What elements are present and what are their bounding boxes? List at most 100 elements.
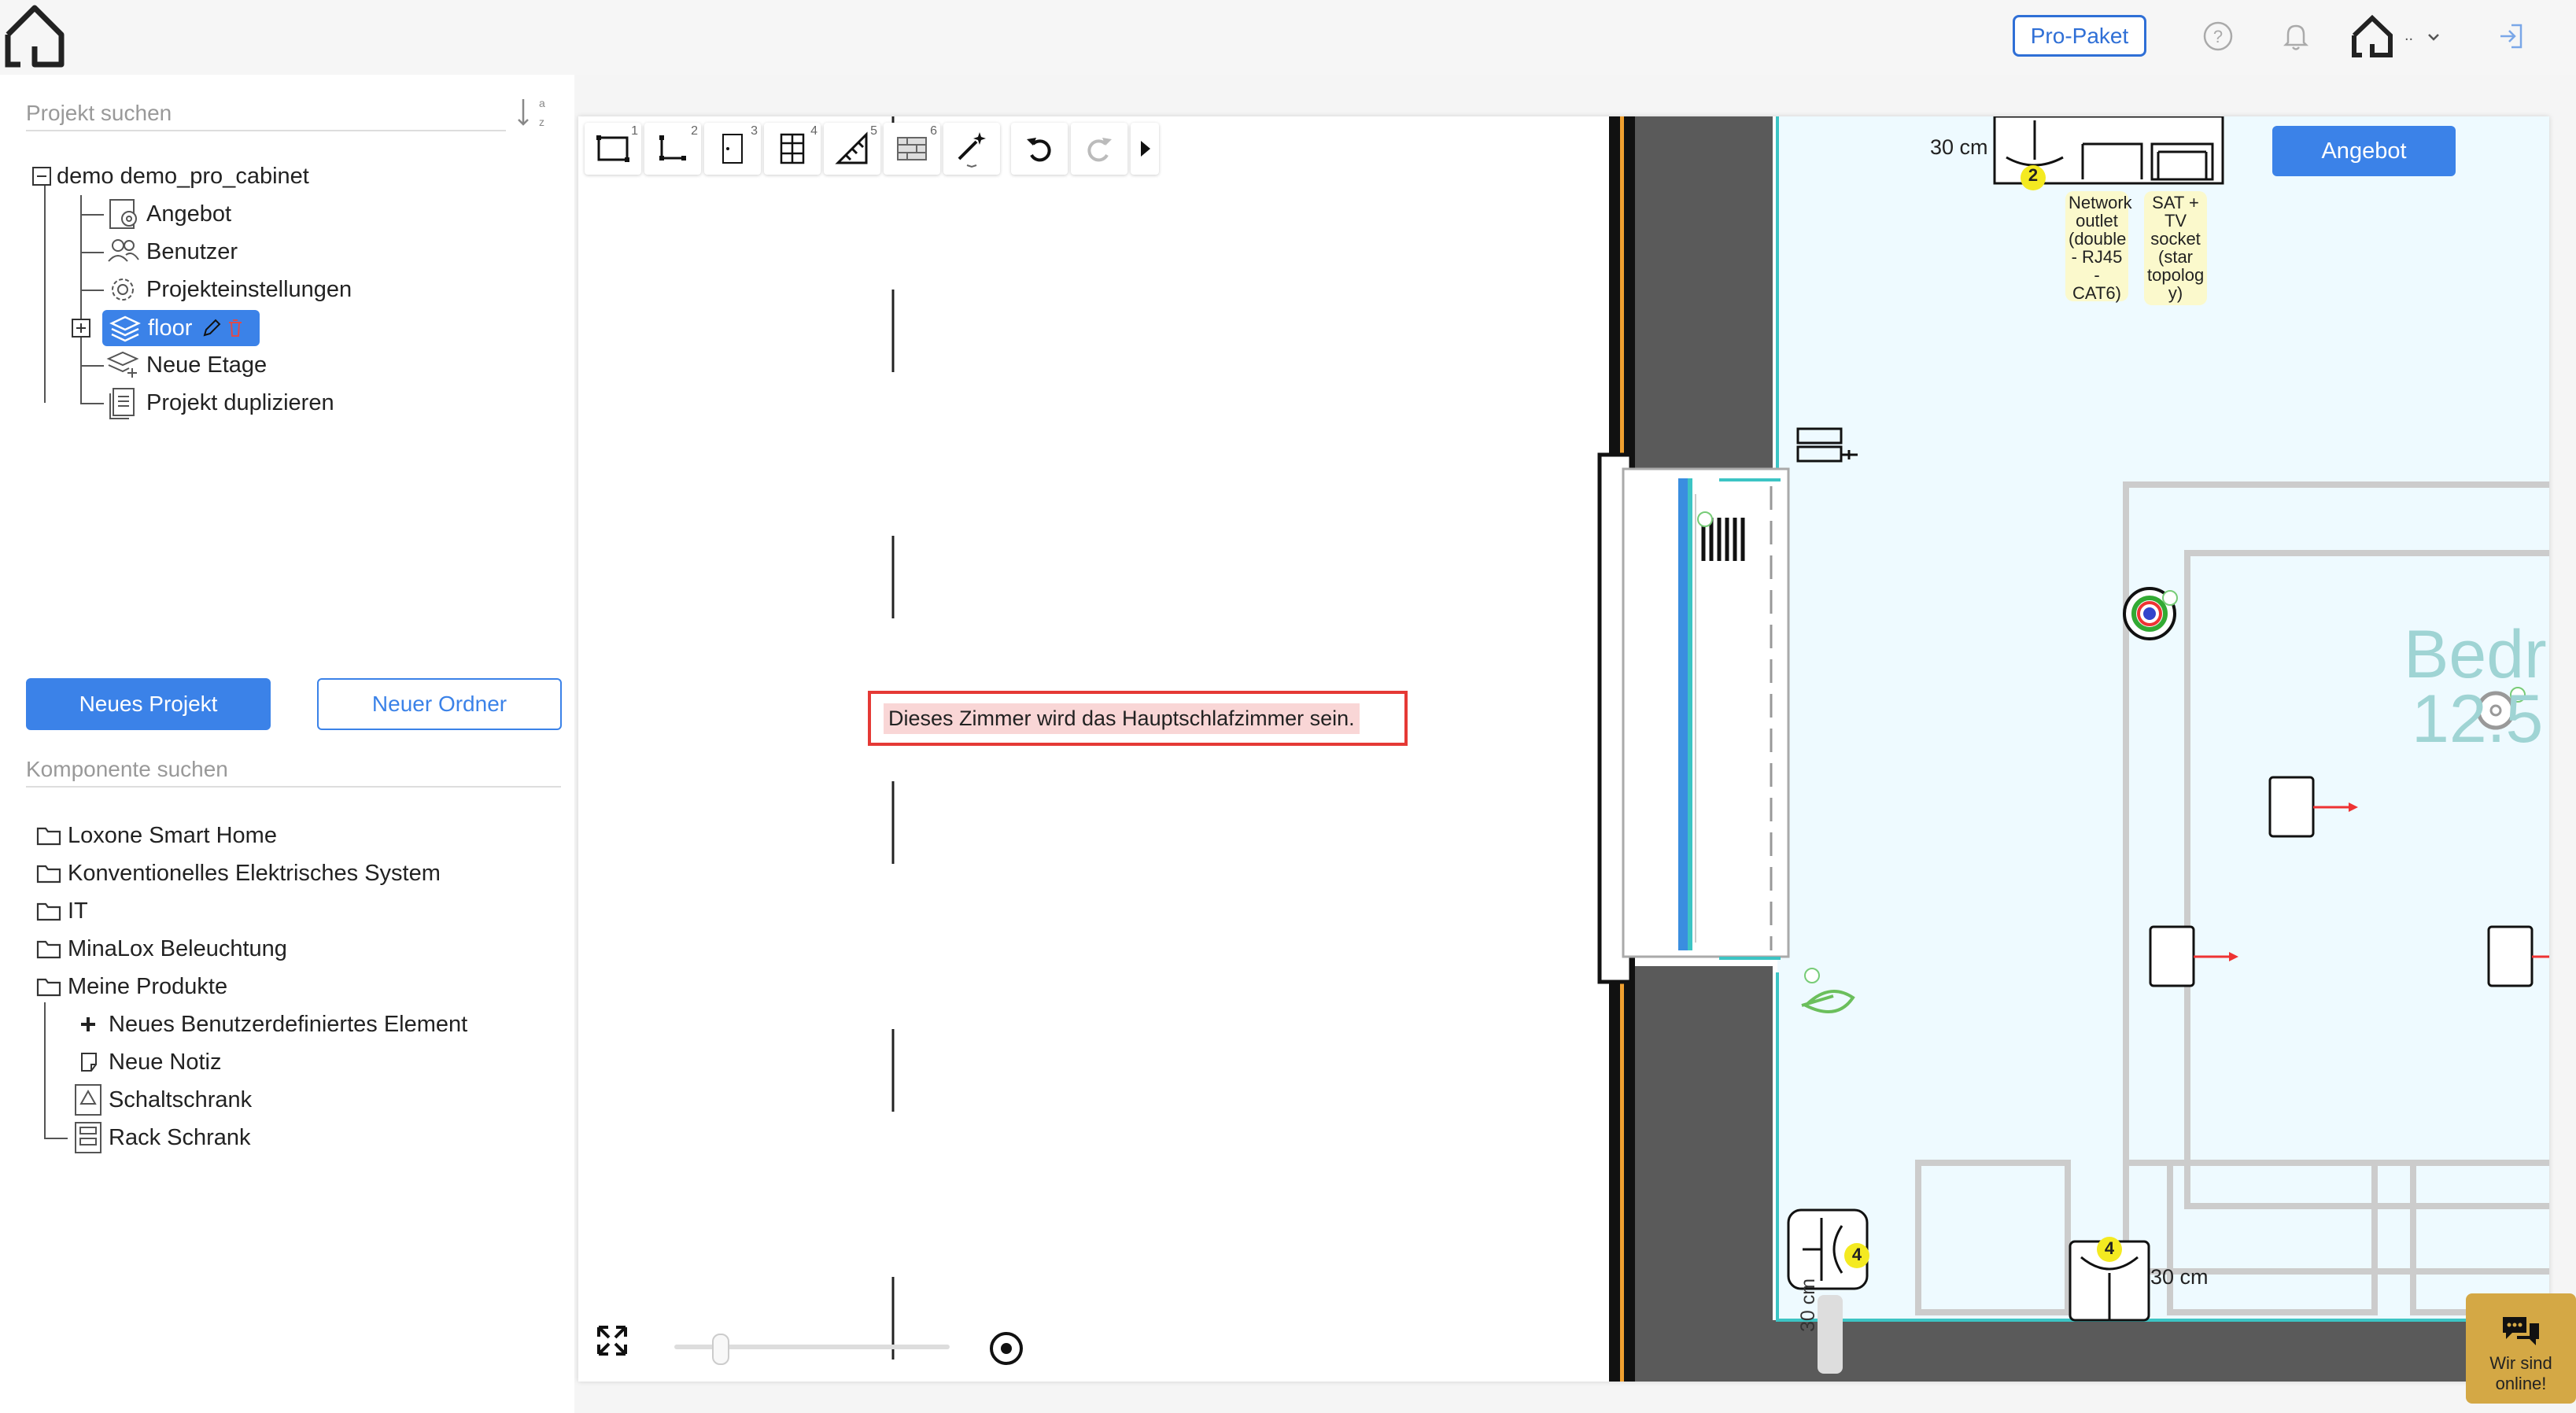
product-rack-schrank[interactable]: Rack Schrank xyxy=(72,1120,251,1155)
tree-line xyxy=(80,365,104,367)
folder-it[interactable]: IT xyxy=(35,894,88,928)
user-home-icon[interactable] xyxy=(2350,14,2397,60)
sort-az-icon[interactable]: a z xyxy=(515,94,547,131)
new-folder-button[interactable]: Neuer Ordner xyxy=(317,678,562,730)
sat-tv-socket-label: SAT + TV socket (star topolog y) xyxy=(2147,193,2205,303)
zoom-slider-handle[interactable] xyxy=(712,1334,729,1365)
folder-minalox[interactable]: MinaLox Beleuchtung xyxy=(35,932,287,966)
dimension-label-bottom-right: 30 cm xyxy=(2150,1265,2209,1289)
product-label: Rack Schrank xyxy=(109,1124,251,1150)
room-note-text: Dieses Zimmer wird das Hauptschlafzimmer… xyxy=(884,703,1360,734)
folder-konventionelles[interactable]: Konventionelles Elektrisches System xyxy=(35,856,441,891)
door-tool-icon xyxy=(722,134,743,164)
svg-text:a: a xyxy=(539,97,545,109)
product-new-custom-element[interactable]: Neues Benutzerdefiniertes Element xyxy=(72,1007,467,1042)
drawing-toolbar: 1 2 3 4 5 6 xyxy=(585,123,1159,175)
new-project-button[interactable]: Neues Projekt xyxy=(26,678,271,730)
folder-icon xyxy=(36,865,61,884)
recenter-target-icon[interactable] xyxy=(987,1330,1025,1367)
tree-item-floor[interactable]: floor xyxy=(102,310,260,346)
cabinet-warning-icon xyxy=(75,1084,101,1116)
floorplan-drawing[interactable] xyxy=(578,116,2549,1382)
tool-window[interactable]: 4 xyxy=(764,123,821,175)
chat-bubble-icon xyxy=(2503,1317,2539,1345)
folder-loxone[interactable]: Loxone Smart Home xyxy=(35,818,277,853)
tree-line xyxy=(80,403,104,404)
tree-line xyxy=(80,252,104,253)
rack-icon xyxy=(75,1122,101,1153)
angebot-button[interactable]: Angebot xyxy=(2272,126,2456,176)
toolbar-expand-button[interactable] xyxy=(1131,123,1159,175)
room-note[interactable]: Dieses Zimmer wird das Hauptschlafzimmer… xyxy=(868,691,1408,746)
product-label: Neue Notiz xyxy=(109,1049,222,1075)
tool-number: 1 xyxy=(631,124,638,138)
collapse-icon[interactable] xyxy=(31,166,52,186)
wall-tool-icon xyxy=(897,137,927,160)
fullscreen-icon[interactable] xyxy=(596,1324,629,1357)
tree-item-projekt-duplizieren[interactable]: Projekt duplizieren xyxy=(105,386,334,420)
redo-button[interactable] xyxy=(1071,123,1127,175)
logout-icon[interactable] xyxy=(2494,19,2529,53)
pro-package-button[interactable]: Pro-Paket xyxy=(2013,15,2146,57)
tree-line xyxy=(44,1002,46,1138)
undo-button[interactable] xyxy=(1011,123,1068,175)
svg-text:z: z xyxy=(539,116,544,128)
expand-icon[interactable] xyxy=(71,318,91,338)
tree-item-benutzer[interactable]: Benutzer xyxy=(105,234,238,269)
folder-label: Konventionelles Elektrisches System xyxy=(68,860,441,886)
user-menu-dots: .. xyxy=(2404,27,2414,44)
dimension-label-top: 30 cm xyxy=(1930,135,1988,159)
tree-root-project[interactable]: demo demo_pro_cabinet xyxy=(31,159,309,194)
folder-label: Meine Produkte xyxy=(68,973,228,999)
chevron-down-icon[interactable] xyxy=(2425,28,2442,46)
svg-text:?: ? xyxy=(2213,27,2223,46)
tree-item-projekteinstellungen[interactable]: Projekteinstellungen xyxy=(105,272,352,307)
component-search-input[interactable]: Komponente suchen xyxy=(26,752,561,788)
folder-meine-produkte[interactable]: Meine Produkte xyxy=(35,969,227,1004)
magic-wand-icon xyxy=(958,132,986,168)
count-badge-top: 2 xyxy=(2028,165,2039,185)
folder-icon xyxy=(36,827,61,846)
folder-icon xyxy=(36,902,61,921)
tree-item-angebot[interactable]: Angebot xyxy=(105,197,231,231)
product-schaltschrank[interactable]: Schaltschrank xyxy=(72,1083,252,1117)
tool-stairs[interactable]: 5 xyxy=(824,123,880,175)
count-badge-left: 4 xyxy=(1851,1245,1862,1264)
tool-number: 4 xyxy=(810,124,817,138)
layers-icon xyxy=(109,315,141,342)
undo-icon xyxy=(1027,138,1051,162)
folder-open-icon xyxy=(36,978,61,997)
tool-rectangle[interactable]: 1 xyxy=(585,123,641,175)
tree-item-label: floor xyxy=(148,315,193,341)
top-bar: Pro-Paket ? .. xyxy=(0,0,2576,75)
users-icon xyxy=(108,239,139,262)
folder-icon xyxy=(36,940,61,959)
product-new-note[interactable]: Neue Notiz xyxy=(72,1045,221,1079)
project-search-input[interactable]: Projekt suchen xyxy=(26,96,506,131)
chat-widget[interactable]: Wir sind online! xyxy=(2466,1293,2576,1404)
window-tool-icon xyxy=(780,133,805,164)
delete-trash-icon[interactable] xyxy=(227,318,244,338)
folder-label: Loxone Smart Home xyxy=(68,822,277,848)
duplicate-icon xyxy=(109,388,135,419)
product-label: Schaltschrank xyxy=(109,1086,253,1112)
tool-polyline[interactable]: 2 xyxy=(644,123,701,175)
add-floor-icon xyxy=(106,351,139,378)
dimension-label-vertical: 30 cm xyxy=(1797,1278,1819,1332)
tool-door[interactable]: 3 xyxy=(704,123,761,175)
room-area-label: 12.5 xyxy=(2412,681,2544,757)
polyline-tool-icon xyxy=(659,135,686,160)
tool-number: 5 xyxy=(870,124,877,138)
help-icon[interactable]: ? xyxy=(2201,19,2235,53)
tool-wall[interactable]: 6 xyxy=(884,123,940,175)
tree-line xyxy=(44,1138,68,1139)
count-badge-right: 4 xyxy=(2104,1238,2115,1258)
floorplan-canvas[interactable]: 30 cm 2 Network outlet (double - RJ45 - … xyxy=(578,116,2549,1382)
edit-pencil-icon[interactable] xyxy=(201,318,222,338)
quote-gear-icon xyxy=(109,199,137,229)
notification-bell-icon[interactable] xyxy=(2279,19,2313,53)
tool-magic-wand[interactable] xyxy=(943,123,1000,175)
home-logo-icon[interactable] xyxy=(3,3,66,69)
tree-item-label: Neue Etage xyxy=(146,352,268,378)
tree-item-neue-etage[interactable]: Neue Etage xyxy=(105,348,267,382)
